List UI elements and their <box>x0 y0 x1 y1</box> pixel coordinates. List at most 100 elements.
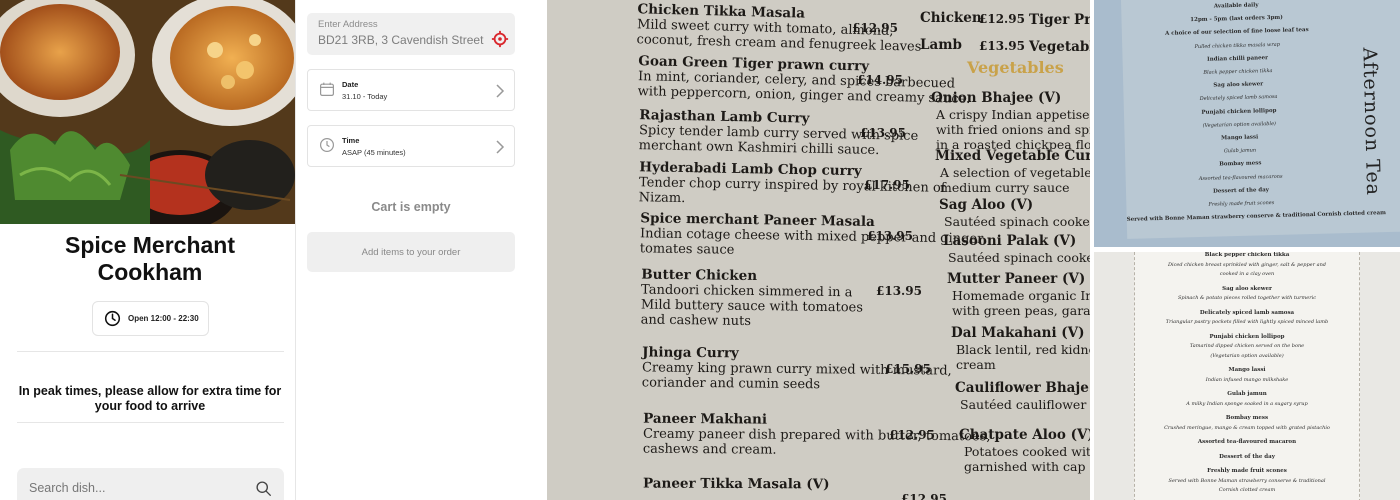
divider <box>17 422 284 423</box>
afternoon-tea-photo-bottom[interactable]: Black pepper chicken tikka Diced chicken … <box>1094 252 1400 500</box>
veg-item-name: Sag Aloo (V) <box>939 197 1034 213</box>
chevron-right-icon <box>496 140 505 154</box>
address-field[interactable]: Enter Address BD21 3RB, 3 Cavendish Stre… <box>307 13 515 55</box>
veg-item-name: Mutter Paneer (V) <box>947 271 1086 287</box>
menu-photo[interactable]: Chicken Tikka Masala Mild sweet curry wit… <box>547 0 1090 500</box>
date-label: Date <box>342 80 359 89</box>
menu-item-price: £12.95 <box>901 492 947 500</box>
tea-menu-line: Punjabi chicken lollipop <box>1201 107 1277 116</box>
tea-menu-line: Black pepper chicken tikka <box>1203 68 1273 76</box>
menu-item-price: £13.95 <box>867 229 913 243</box>
cart-empty-message: Cart is empty <box>371 200 451 214</box>
tea-menu-line: A choice of our selection of fine loose … <box>1165 27 1309 38</box>
search-icon[interactable] <box>255 480 272 497</box>
tea-item-name: Gulab jamun <box>1227 391 1267 397</box>
menu-item: Goan Green Tiger prawn curry In mint, cor… <box>637 53 971 107</box>
address-value[interactable]: BD21 3RB, 3 Cavendish Street <box>318 32 504 48</box>
protein-name: Lamb <box>920 37 962 53</box>
tea-item-name: Dessert of the day <box>1219 453 1275 460</box>
date-selector[interactable]: Date 31.10 - Today <box>307 69 515 111</box>
opening-hours-badge: Open 12:00 - 22:30 <box>92 301 209 336</box>
tea-item-name: Punjabi chicken lollipop <box>1209 333 1285 340</box>
hero-food-photo <box>0 0 295 224</box>
tea-item-name: Freshly made fruit scones <box>1207 468 1287 474</box>
clock-icon <box>320 138 334 152</box>
menu-item: Paneer Tikka Masala (V) <box>643 476 830 493</box>
veg-item-name: Lasooni Palak (V) <box>943 233 1077 249</box>
vegetables-heading: Vegetables <box>967 58 1064 77</box>
veg-item-description: A selection of vegetables cooked <box>940 165 1090 180</box>
chevron-right-icon <box>496 84 505 98</box>
tea-item-description: (Vegetarian option available) <box>1210 352 1284 359</box>
tea-menu-card: Black pepper chicken tikka Diced chicken … <box>1134 252 1360 500</box>
tea-menu-line: Sag aloo skewer <box>1213 81 1264 89</box>
menu-item-description: and cashew nuts <box>640 312 752 329</box>
protein-price: £12.95 <box>979 12 1025 26</box>
menu-item-description: cashews and cream. <box>642 441 777 458</box>
tea-menu-line: Delicately spiced lamb samosa <box>1199 94 1278 103</box>
search-input[interactable] <box>29 481 255 495</box>
menu-item: Paneer Makhani Creamy paneer dish prepare… <box>642 411 990 460</box>
add-items-button[interactable]: Add items to your order <box>307 232 515 272</box>
tea-menu-line: Available daily <box>1213 2 1259 10</box>
tea-item-description: Served with Bonne Maman strawberry conse… <box>1168 477 1326 484</box>
veg-item-description: A crispy Indian appetiser packed <box>936 107 1090 122</box>
tea-menu-line: Bombay mess <box>1219 160 1262 168</box>
calendar-icon <box>320 82 334 96</box>
afternoon-tea-photo-top[interactable]: Available daily 12pm - 5pm (last orders 3… <box>1094 0 1400 247</box>
menu-item-price: £14.95 <box>857 73 903 87</box>
menu-item-price: £13.95 <box>860 126 906 140</box>
tea-item-description: cooked in a clay oven <box>1219 271 1275 277</box>
tea-menu-line: Assorted tea-flavoured macarons <box>1198 173 1283 182</box>
tea-item-name: Mango lassi <box>1228 367 1266 373</box>
menu-item: Butter Chicken Tandoori chicken simmered … <box>641 267 864 331</box>
time-selector[interactable]: Time ASAP (45 minutes) <box>307 125 515 167</box>
tea-menu-card: Available daily 12pm - 5pm (last orders 3… <box>1120 0 1400 239</box>
veg-item-description: Potatoes cooked with <box>964 444 1090 459</box>
tea-item-description: A milky Indian sponge soaked in a sugary… <box>1186 400 1308 407</box>
veg-item-name: Chatpate Aloo (V) <box>959 427 1090 443</box>
divider <box>17 351 284 352</box>
tea-menu-line: Served with Bonne Maman strawberry conse… <box>1126 210 1387 224</box>
tea-menu-line: Dessert of the day <box>1213 186 1270 195</box>
tea-menu-line: 12pm - 5pm (last orders 3pm) <box>1190 14 1283 24</box>
tea-item-name: Bombay mess <box>1225 415 1269 421</box>
menu-item-price: £12.95 <box>889 428 935 442</box>
menu-item-name: Paneer Tikka Masala (V) <box>643 475 830 493</box>
menu-item-price: £17.95 <box>864 178 910 192</box>
protein-option: Vegetable <box>1029 39 1090 55</box>
tea-item-description: Cornish clotted cream <box>1218 487 1276 493</box>
clock-icon <box>104 310 121 327</box>
tea-item-name: Assorted tea-flavoured macaron <box>1197 439 1297 445</box>
tea-menu-line: Mango lassi <box>1221 134 1259 142</box>
tea-menu-line: Pulled chicken tikka masala wrap <box>1194 41 1280 50</box>
tea-item-name: Black pepper chicken tikka <box>1204 252 1290 258</box>
tea-item-name: Sag aloo skewer <box>1222 285 1272 292</box>
veg-item-description: Sautéed spinach cooked with <box>948 250 1090 265</box>
veg-item-description: Black lentil, red kidney b <box>956 342 1090 357</box>
dish-search-box[interactable] <box>17 468 284 500</box>
tea-menu-line: Freshly made fruit scones <box>1208 200 1275 208</box>
menu-item: Spice merchant Paneer Masala Indian cotag… <box>640 210 984 261</box>
tea-item-description: Crushed meringue, mango & cream topped w… <box>1164 424 1330 431</box>
store-info-panel: Spice Merchant Cookham Open 12:00 - 22:3… <box>0 0 295 500</box>
menu-item-price: £15.95 <box>885 362 931 376</box>
veg-item-name: Dal Makahani (V) <box>951 325 1085 341</box>
date-value: 31.10 - Today <box>342 92 388 101</box>
tea-item-name: Delicately spiced lamb samosa <box>1199 309 1295 316</box>
location-target-icon[interactable] <box>491 30 509 48</box>
veg-item-description: garnished with cap <box>964 459 1086 474</box>
store-name: Spice Merchant Cookham <box>65 232 235 285</box>
veg-item-description: cream <box>956 357 996 372</box>
protein-price: £13.95 <box>979 39 1025 53</box>
menu-item-price: £12.95 <box>852 21 898 35</box>
tea-menu-line: Gulab jamun <box>1223 147 1257 155</box>
address-label: Enter Address <box>318 19 378 30</box>
time-label: Time <box>342 136 360 145</box>
menu-photo-text: Chicken Tikka Masala Mild sweet curry wit… <box>547 0 1090 500</box>
tea-item-description: Diced chicken breast sprinkled with ging… <box>1167 261 1326 268</box>
tea-item-description: Tamarind dipped chicken served on the bo… <box>1189 343 1305 349</box>
veg-item-description: Sautéed cauliflower co <box>960 397 1090 412</box>
afternoon-tea-title: Afternoon Tea <box>1358 47 1385 197</box>
protein-name: Chicken <box>920 10 982 26</box>
